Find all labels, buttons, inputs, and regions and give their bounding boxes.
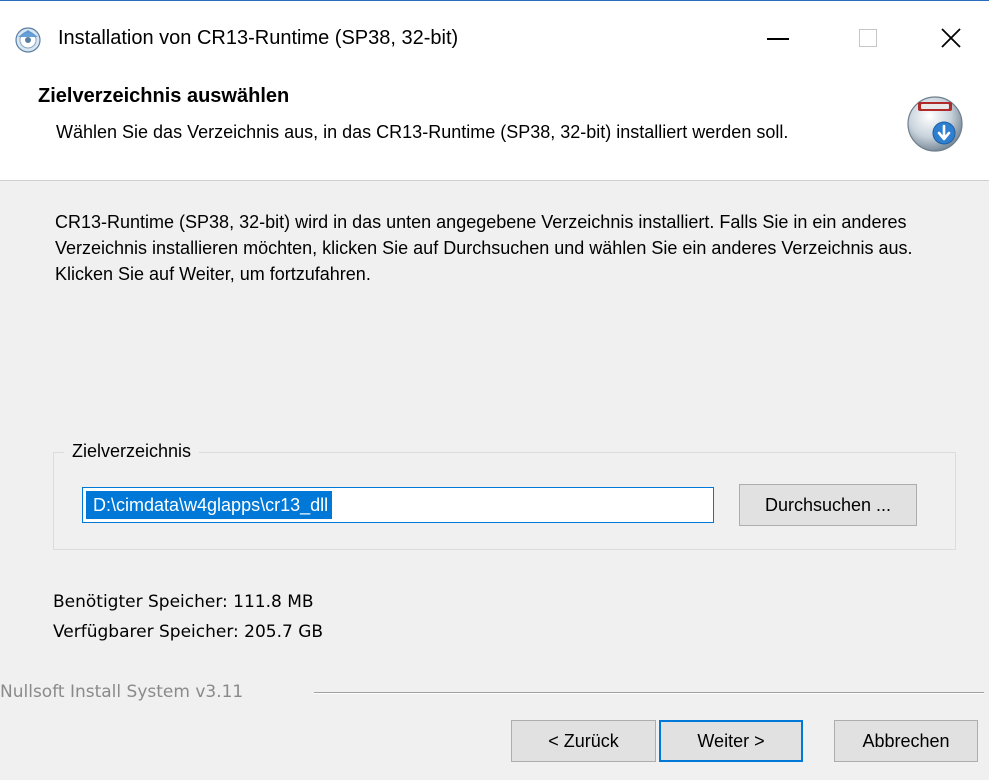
installer-window: Installation von CR13-Runtime (SP38, 32-…: [0, 0, 989, 780]
browse-button[interactable]: Durchsuchen ...: [739, 484, 917, 526]
page-title: Zielverzeichnis auswählen: [38, 85, 290, 107]
close-button[interactable]: [913, 1, 989, 75]
nsis-installer-icon: [907, 96, 963, 152]
maximize-icon: [859, 29, 877, 47]
page-subtitle: Wählen Sie das Verzeichnis aus, in das C…: [56, 122, 789, 142]
minimize-button[interactable]: [733, 1, 823, 75]
destination-group-label: Zielverzeichnis: [64, 441, 200, 462]
title-bar[interactable]: Installation von CR13-Runtime (SP38, 32-…: [0, 1, 989, 75]
destination-path-input[interactable]: D:\cimdata\w4glapps\cr13_dll: [82, 487, 714, 523]
footer-divider: [314, 692, 984, 694]
cancel-button[interactable]: Abbrechen: [834, 720, 978, 762]
minimize-icon: [767, 38, 789, 40]
space-available: Verfügbarer Speicher: 205.7 GB: [53, 622, 324, 642]
header-panel: Zielverzeichnis auswählen Wählen Sie das…: [0, 75, 989, 181]
back-button[interactable]: < Zurück: [511, 720, 656, 762]
space-required: Benötigter Speicher: 111.8 MB: [53, 592, 314, 612]
destination-path-value: D:\cimdata\w4glapps\cr13_dll: [86, 491, 333, 519]
description-text: CR13-Runtime (SP38, 32-bit) wird in das …: [55, 212, 913, 284]
maximize-button: [823, 1, 913, 75]
next-button[interactable]: Weiter >: [659, 720, 803, 762]
close-icon: [941, 28, 961, 48]
installer-disc-icon: [15, 27, 41, 53]
window-title: Installation von CR13-Runtime (SP38, 32-…: [58, 27, 459, 49]
nsis-branding-text: Nullsoft Install System v3.11: [0, 682, 244, 702]
